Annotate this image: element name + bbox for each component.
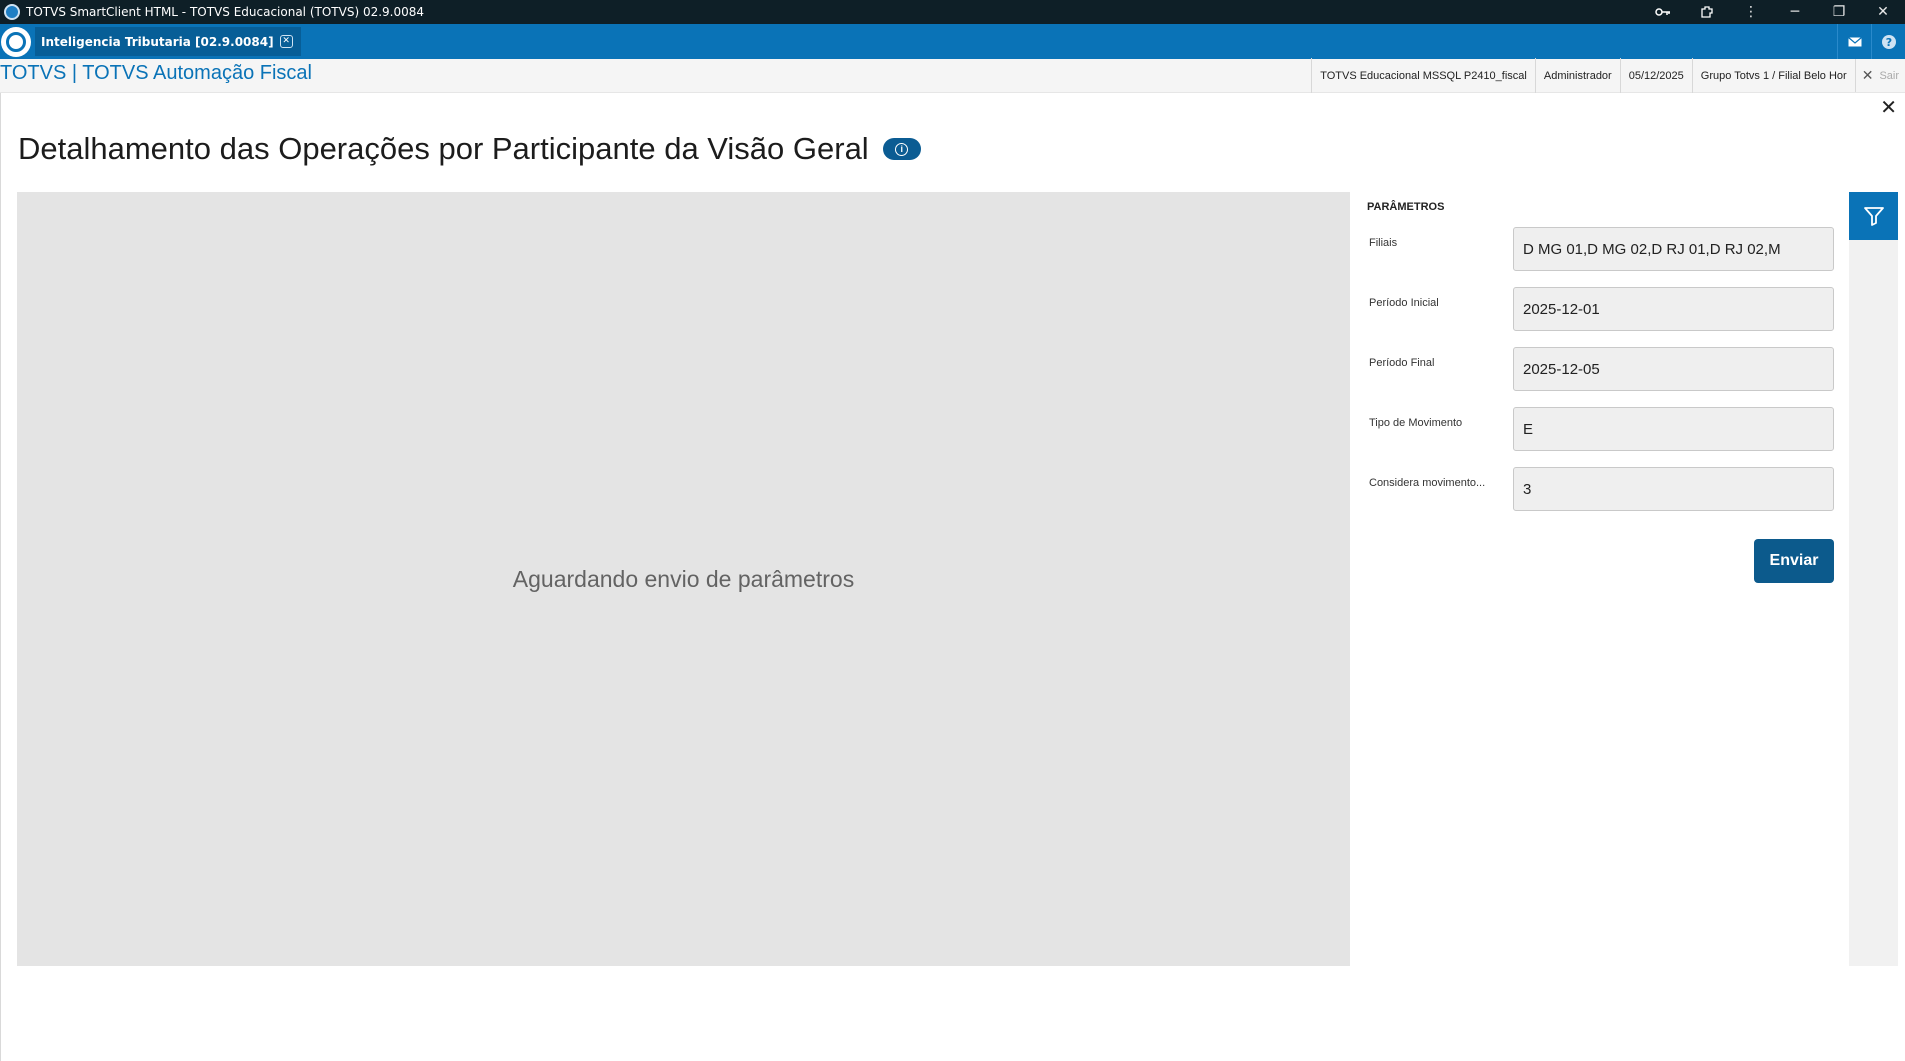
filter-icon — [1863, 207, 1884, 226]
logout-icon: ✕ — [1861, 67, 1874, 83]
param-label: Considera movimento... — [1369, 477, 1486, 489]
waiting-message: Aguardando envio de parâmetros — [512, 565, 855, 592]
parameters-panel: PARÂMETROS Filiais D MG 01,D MG 02,D RJ … — [1367, 192, 1834, 966]
more-menu-icon[interactable]: ⋮ — [1729, 0, 1773, 24]
app-header: TOTVS | TOTVS Automação Fiscal TOTVS Edu… — [0, 58, 1905, 93]
periodo-inicial-field[interactable]: 2025-12-01 — [1513, 287, 1834, 331]
restore-icon[interactable]: ❐ — [1817, 0, 1861, 24]
filter-button[interactable] — [1849, 192, 1898, 240]
param-label: Período Inicial — [1369, 297, 1439, 309]
app-logo-icon — [4, 4, 20, 20]
param-periodo-final: Período Final 2025-12-05 — [1367, 347, 1834, 391]
results-panel: Aguardando envio de parâmetros — [17, 192, 1350, 966]
param-label: Filiais — [1369, 237, 1398, 249]
param-considera-movimento: Considera movimento... 3 — [1367, 467, 1834, 511]
window-close-icon[interactable]: ✕ — [1861, 0, 1905, 24]
tab-inteligencia-tributaria[interactable]: Inteligencia Tributaria [02.9.0084] ✕ — [35, 27, 301, 56]
help-icon[interactable]: ? — [1871, 24, 1905, 59]
main-content: ✕ Detalhamento das Operações por Partici… — [0, 93, 1905, 1061]
minimize-icon[interactable]: ─ — [1773, 0, 1817, 24]
close-page-icon[interactable]: ✕ — [1880, 95, 1897, 119]
tipo-movimento-field[interactable]: E — [1513, 407, 1834, 451]
param-label: Período Final — [1369, 357, 1435, 369]
user-info[interactable]: Administrador — [1534, 58, 1620, 93]
send-button[interactable]: Enviar — [1754, 539, 1834, 583]
info-icon: i — [895, 142, 909, 156]
param-periodo-inicial: Período Inicial 2025-12-01 — [1367, 287, 1834, 331]
page-title: Detalhamento das Operações por Participa… — [18, 131, 921, 167]
info-button[interactable]: i — [882, 138, 921, 160]
totvs-logo-icon[interactable] — [1, 26, 31, 57]
date-info[interactable]: 05/12/2025 — [1619, 58, 1692, 93]
logout-button[interactable]: ✕ Sair — [1854, 59, 1905, 92]
tab-label: Inteligencia Tributaria [02.9.0084] — [41, 34, 274, 49]
brand-title: TOTVS | TOTVS Automação Fiscal — [0, 62, 312, 84]
param-filiais: Filiais D MG 01,D MG 02,D RJ 01,D RJ 02,… — [1367, 227, 1834, 271]
considera-movimento-field[interactable]: 3 — [1513, 467, 1834, 511]
tab-bar: Inteligencia Tributaria [02.9.0084] ✕ ? — [0, 24, 1905, 59]
param-label: Tipo de Movimento — [1369, 417, 1463, 429]
page-title-text: Detalhamento das Operações por Participa… — [18, 131, 869, 166]
environment-info[interactable]: TOTVS Educacional MSSQL P2410_fiscal — [1311, 58, 1535, 93]
filiais-field[interactable]: D MG 01,D MG 02,D RJ 01,D RJ 02,M — [1513, 227, 1834, 271]
svg-text:?: ? — [1885, 36, 1891, 49]
extensions-icon[interactable] — [1685, 0, 1729, 24]
periodo-final-field[interactable]: 2025-12-05 — [1513, 347, 1834, 391]
mail-icon[interactable] — [1837, 24, 1871, 59]
window-titlebar: TOTVS SmartClient HTML - TOTVS Educacion… — [0, 0, 1905, 24]
window-title: TOTVS SmartClient HTML - TOTVS Educacion… — [26, 5, 425, 19]
key-icon[interactable] — [1641, 0, 1685, 24]
parameters-title: PARÂMETROS — [1367, 201, 1445, 213]
param-tipo-movimento: Tipo de Movimento E — [1367, 407, 1834, 451]
logout-label: Sair — [1879, 69, 1899, 82]
branch-info[interactable]: Grupo Totvs 1 / Filial Belo Hor — [1691, 58, 1855, 93]
tab-close-icon[interactable]: ✕ — [279, 35, 293, 48]
side-strip — [1849, 192, 1898, 966]
